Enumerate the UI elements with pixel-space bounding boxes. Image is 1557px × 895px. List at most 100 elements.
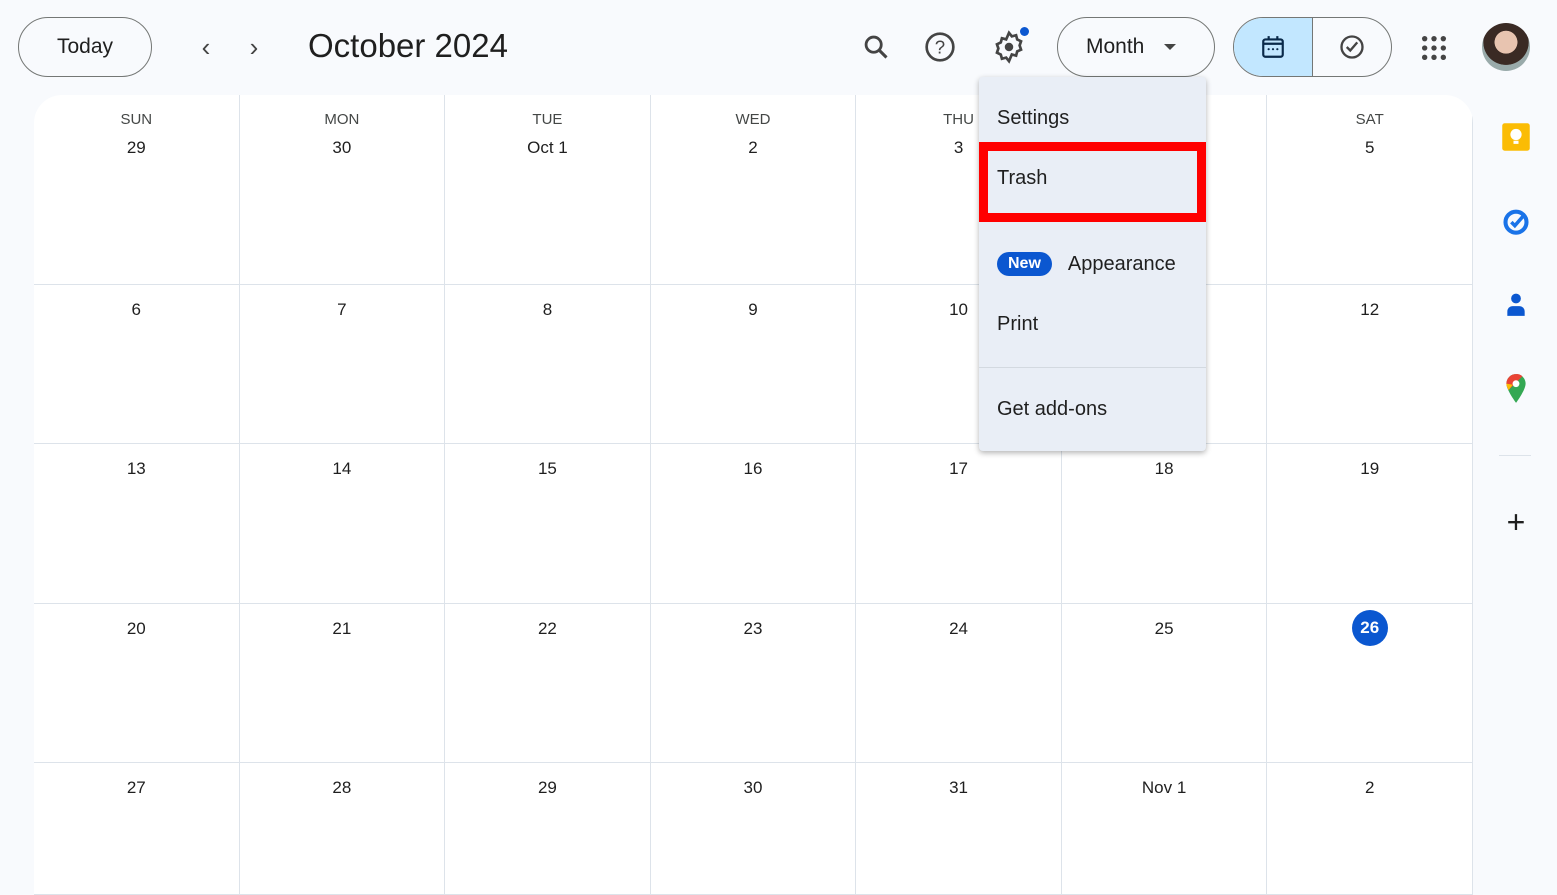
appearance-label: Appearance	[1067, 253, 1176, 275]
day-number[interactable]: 15	[532, 454, 562, 484]
keep-icon[interactable]	[1500, 121, 1532, 153]
day-number[interactable]: 7	[327, 295, 357, 325]
view-selector[interactable]: Month	[1057, 17, 1215, 77]
day-number[interactable]: 12	[1355, 295, 1385, 325]
weekday-label: TUE	[532, 111, 563, 128]
menu-item-appearance[interactable]: New Appearance	[997, 252, 1176, 276]
day-number[interactable]: Oct 1	[527, 133, 568, 163]
day-number[interactable]: 26	[1351, 610, 1388, 646]
day-number[interactable]: 2	[738, 133, 768, 163]
day-cell[interactable]: 24	[856, 604, 1062, 763]
day-number[interactable]: Nov 1	[1142, 773, 1186, 803]
day-cell[interactable]: Nov 1	[1061, 763, 1268, 895]
day-cell[interactable]: 28	[239, 763, 446, 895]
day-cell[interactable]: 21	[239, 604, 446, 763]
day-number[interactable]: 23	[738, 614, 768, 644]
day-number[interactable]: 16	[738, 454, 768, 484]
avatar[interactable]	[1482, 23, 1530, 71]
day-cell[interactable]: 23	[650, 604, 857, 763]
chevron-right-icon[interactable]: ›	[237, 30, 271, 64]
weekday-label: MON	[324, 111, 360, 128]
contacts-icon[interactable]	[1500, 289, 1532, 321]
tasks-toggle[interactable]	[1313, 18, 1391, 76]
day-number[interactable]: 29	[121, 133, 151, 163]
day-number[interactable]: 5	[1355, 133, 1385, 163]
weekday-label: SAT	[1355, 111, 1384, 128]
day-number[interactable]: 20	[121, 614, 151, 644]
day-number[interactable]: 29	[532, 773, 562, 803]
day-number[interactable]: 6	[121, 295, 151, 325]
menu-item-get-add-ons[interactable]: Get add-ons	[997, 398, 1107, 421]
gear-icon[interactable]	[989, 27, 1029, 67]
menu-item-print[interactable]: Print	[997, 313, 1038, 336]
day-number[interactable]: 10	[944, 295, 974, 325]
day-cell[interactable]: 14	[239, 444, 446, 604]
day-number[interactable]: 18	[1149, 454, 1179, 484]
day-cell[interactable]: 12	[1267, 285, 1473, 444]
weekday-label: WED	[735, 111, 771, 128]
day-number[interactable]: 21	[327, 614, 357, 644]
day-number[interactable]: 30	[738, 773, 768, 803]
day-cell[interactable]: 19	[1267, 444, 1473, 604]
day-cell[interactable]: 26	[1267, 604, 1473, 763]
day-number[interactable]: 24	[944, 614, 974, 644]
day-cell[interactable]: MON 30	[239, 95, 446, 285]
day-cell[interactable]: 13	[34, 444, 240, 604]
day-number[interactable]: 31	[944, 773, 974, 803]
day-number[interactable]: 9	[738, 295, 768, 325]
day-number[interactable]: 19	[1355, 454, 1385, 484]
weekday-label: SUN	[120, 111, 153, 128]
day-cell[interactable]: 18	[1061, 444, 1268, 604]
day-cell[interactable]: 8	[445, 285, 651, 444]
side-divider	[1499, 455, 1531, 456]
day-number[interactable]: 8	[532, 295, 562, 325]
check-circle-icon	[1340, 35, 1364, 59]
day-cell[interactable]: WED 2	[650, 95, 857, 285]
day-cell[interactable]: TUE Oct 1	[445, 95, 651, 285]
menu-divider	[979, 367, 1206, 368]
day-cell[interactable]: 20	[34, 604, 240, 763]
menu-item-trash[interactable]: Trash	[997, 167, 1047, 190]
month-grid: SUN29MON30TUEOct 1WED2THU3FRI4SAT5678910…	[34, 95, 1473, 895]
app-switcher	[1233, 17, 1392, 77]
day-cell[interactable]: 2	[1267, 763, 1473, 895]
day-cell[interactable]: 22	[445, 604, 651, 763]
day-number[interactable]: 17	[944, 454, 974, 484]
settings-menu: Settings Trash New Appearance Print Get a…	[979, 77, 1206, 451]
day-number[interactable]: 13	[121, 454, 151, 484]
day-number[interactable]: 22	[532, 614, 562, 644]
day-cell[interactable]: SUN 29	[34, 95, 240, 285]
day-cell[interactable]: 6	[34, 285, 240, 444]
day-cell[interactable]: 7	[239, 285, 446, 444]
day-number[interactable]: 28	[327, 773, 357, 803]
help-icon[interactable]: ?	[920, 27, 960, 67]
day-number[interactable]: 25	[1149, 614, 1179, 644]
day-number[interactable]: 27	[121, 773, 151, 803]
day-number[interactable]: 14	[327, 454, 357, 484]
day-cell[interactable]: 15	[445, 444, 651, 604]
chevron-left-icon[interactable]: ‹	[189, 30, 223, 64]
day-cell[interactable]: 30	[650, 763, 857, 895]
day-number[interactable]: 3	[944, 133, 974, 163]
day-cell[interactable]: 17	[856, 444, 1062, 604]
page-title: October 2024	[308, 27, 508, 64]
day-cell[interactable]: 29	[445, 763, 651, 895]
day-cell[interactable]: SAT 5	[1267, 95, 1473, 285]
tasks-icon[interactable]	[1500, 205, 1532, 237]
add-icon[interactable]: +	[1500, 504, 1532, 540]
calendar-toggle[interactable]	[1234, 18, 1313, 76]
day-number[interactable]: 2	[1355, 773, 1385, 803]
svg-text:?: ?	[935, 37, 945, 58]
maps-icon[interactable]	[1500, 373, 1532, 405]
day-cell[interactable]: 16	[650, 444, 857, 604]
apps-grid-icon[interactable]	[1420, 34, 1448, 67]
day-cell[interactable]: 25	[1061, 604, 1268, 763]
day-cell[interactable]: 9	[650, 285, 857, 444]
day-cell[interactable]: 27	[34, 763, 240, 895]
today-button[interactable]: Today	[18, 17, 152, 77]
menu-item-settings[interactable]: Settings	[997, 107, 1069, 130]
day-cell[interactable]: 31	[856, 763, 1062, 895]
view-label: Month	[1086, 35, 1145, 58]
day-number[interactable]: 30	[327, 133, 357, 163]
search-icon[interactable]	[856, 27, 896, 67]
